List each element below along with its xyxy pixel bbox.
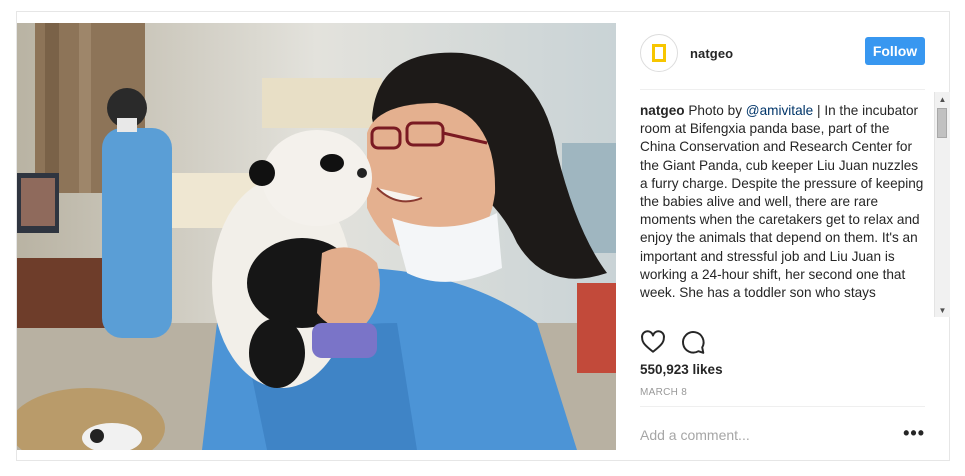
post-side-panel: natgeo Follow natgeo Photo by @amivitale… bbox=[640, 12, 925, 460]
scroll-up-arrow-icon[interactable]: ▲ bbox=[935, 92, 950, 106]
caption-scrollbar[interactable]: ▲ ▼ bbox=[934, 92, 950, 317]
scroll-down-arrow-icon[interactable]: ▼ bbox=[935, 303, 950, 317]
username-link[interactable]: natgeo bbox=[690, 46, 733, 61]
divider bbox=[640, 406, 925, 407]
caption-text: | In the incubator room at Bifengxia pan… bbox=[640, 103, 924, 301]
post-caption: natgeo Photo by @amivitale | In the incu… bbox=[640, 102, 924, 316]
more-options-icon[interactable]: ••• bbox=[903, 424, 925, 442]
post-card: natgeo Follow natgeo Photo by @amivitale… bbox=[16, 11, 950, 461]
heart-icon[interactable] bbox=[640, 329, 666, 355]
speech-bubble-icon[interactable] bbox=[680, 329, 706, 355]
follow-button[interactable]: Follow bbox=[865, 37, 925, 65]
caption-username[interactable]: natgeo bbox=[640, 103, 685, 118]
post-photo[interactable] bbox=[17, 23, 616, 450]
comment-input[interactable] bbox=[640, 422, 880, 448]
natgeo-logo-icon bbox=[652, 44, 666, 62]
post-date: MARCH 8 bbox=[640, 387, 688, 398]
avatar[interactable] bbox=[640, 34, 678, 72]
caption-prefix: Photo by bbox=[688, 103, 746, 118]
panda-keeper-photo bbox=[17, 23, 616, 450]
caption-mention[interactable]: @amivitale bbox=[746, 103, 813, 118]
scrollbar-thumb[interactable] bbox=[937, 108, 947, 138]
divider bbox=[640, 89, 925, 90]
action-bar bbox=[640, 329, 706, 355]
likes-count[interactable]: 550,923 likes bbox=[640, 362, 723, 377]
post-header: natgeo Follow bbox=[640, 33, 925, 73]
